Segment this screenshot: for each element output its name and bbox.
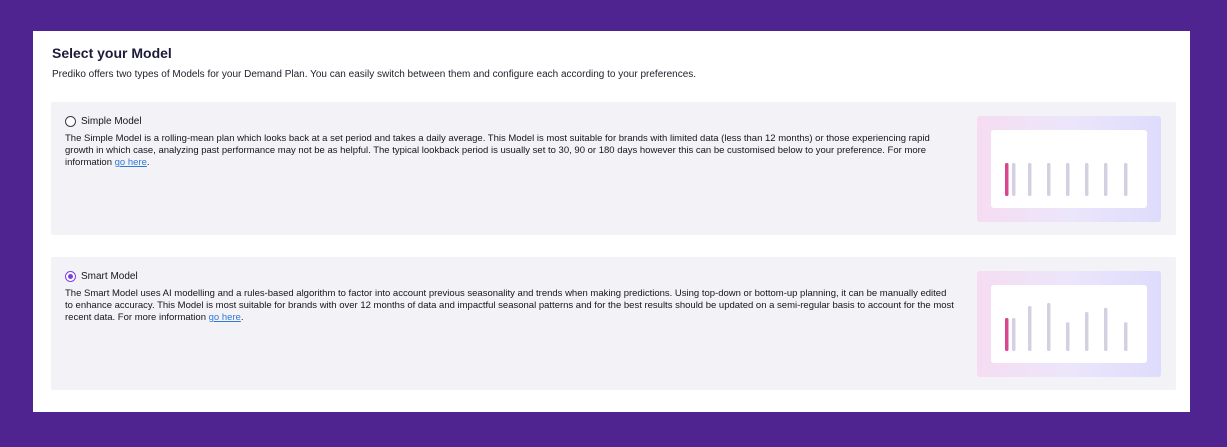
preview-bar [1012,163,1016,196]
preview-bar [1012,318,1016,351]
simple-model-preview-image [977,116,1161,222]
simple-model-description-text: The Simple Model is a rolling-mean plan … [65,133,930,168]
page-title: Select your Model [52,45,172,61]
preview-bar [1005,163,1009,196]
smart-model-preview-image [977,271,1161,377]
smart-model-label: Smart Model [81,271,138,282]
preview-bar [1066,322,1070,351]
simple-model-card[interactable]: Simple Model The Simple Model is a rolli… [51,102,1176,235]
simple-model-preview-frame [991,130,1147,208]
smart-model-preview-frame [991,285,1147,363]
simple-model-label: Simple Model [81,116,142,127]
smart-model-bar-chart-icon [1005,303,1128,351]
preview-bar [1085,163,1089,196]
simple-model-description-end: . [146,157,150,168]
preview-bar [1124,163,1128,196]
preview-bar [1124,322,1128,351]
smart-model-description: The Smart Model uses AI modelling and a … [65,288,955,324]
preview-bar [1028,163,1032,196]
preview-bar [1005,318,1009,351]
smart-model-description-end: . [240,312,244,323]
smart-model-info-link[interactable]: go here [209,312,241,323]
page-subtitle: Prediko offers two types of Models for y… [52,69,697,80]
model-selection-panel: Select your Model Prediko offers two typ… [33,31,1190,412]
preview-bar [1066,163,1070,196]
simple-model-description: The Simple Model is a rolling-mean plan … [65,133,955,169]
preview-bar [1085,312,1089,351]
simple-model-radio[interactable] [65,116,76,127]
preview-bar [1047,303,1051,351]
smart-model-radio-option[interactable]: Smart Model [65,271,138,282]
preview-bar [1047,163,1051,196]
simple-model-bar-chart-icon [1005,163,1128,196]
smart-model-card[interactable]: Smart Model The Smart Model uses AI mode… [51,257,1176,390]
preview-bar [1028,306,1032,351]
simple-model-info-link[interactable]: go here [115,157,147,168]
smart-model-description-text: The Smart Model uses AI modelling and a … [65,288,954,323]
smart-model-radio[interactable] [65,271,76,282]
simple-model-radio-option[interactable]: Simple Model [65,116,142,127]
preview-bar [1104,307,1108,351]
preview-bar [1104,163,1108,196]
